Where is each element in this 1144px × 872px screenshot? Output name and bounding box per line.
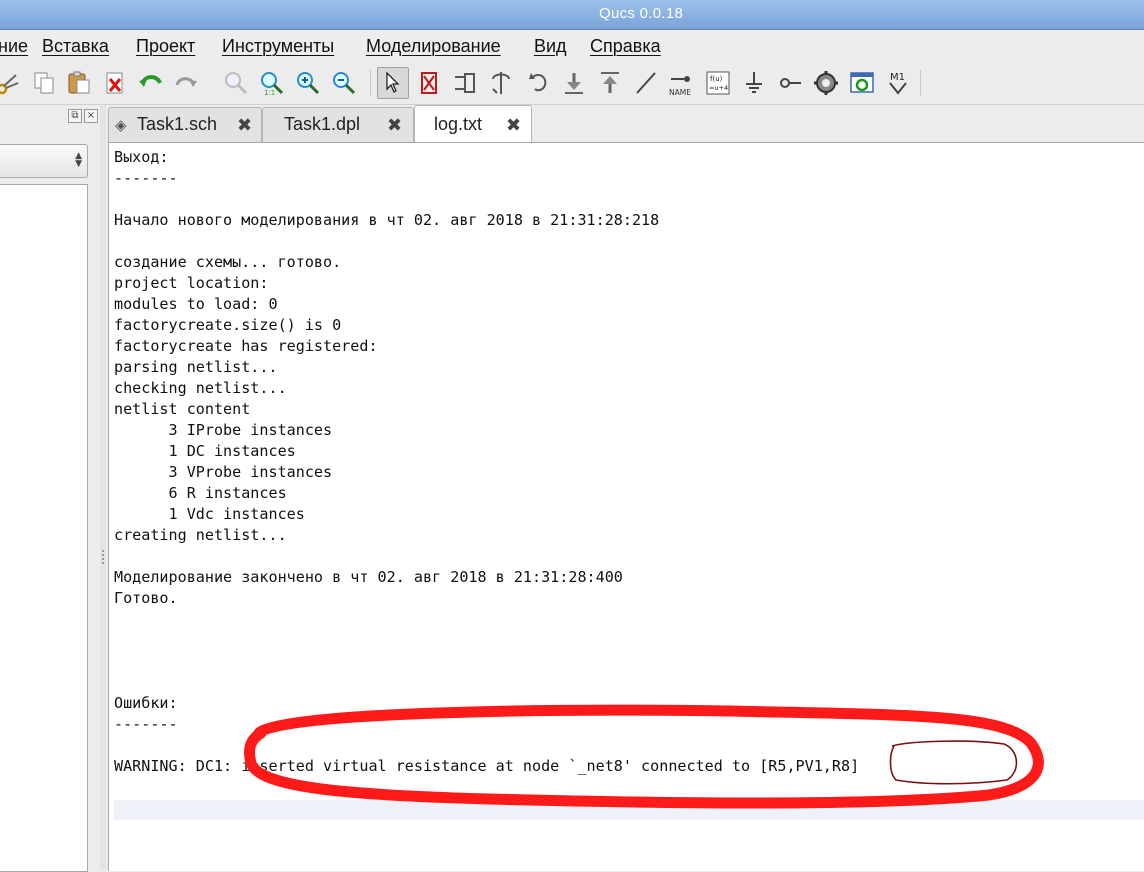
menu-item-tools[interactable]: Инструменты [222, 36, 334, 57]
log-line: 1 DC instances [114, 442, 296, 460]
zoom-out-icon[interactable] [330, 69, 358, 97]
select-pointer-icon[interactable] [377, 67, 409, 99]
log-line: создание схемы... готово. [114, 253, 342, 271]
tab-label: Task1.sch [137, 114, 218, 134]
log-line: ------- [114, 169, 178, 187]
svg-text:=u+4: =u+4 [709, 84, 728, 92]
menu-item-project[interactable]: Проект [136, 36, 195, 57]
svg-text:NAME: NAME [669, 88, 691, 97]
zoom-one-to-one-icon[interactable]: 1:1 [258, 69, 286, 97]
menu-item-partial[interactable]: ние [0, 36, 28, 57]
equation-icon[interactable]: f(u) =u+4 [704, 69, 732, 97]
tab-label: log.txt [434, 114, 483, 134]
deactivate-icon[interactable] [415, 69, 443, 97]
log-line: ------- [114, 715, 178, 733]
toolbar-separator [920, 70, 921, 96]
log-line: 6 R instances [114, 484, 287, 502]
log-line: factorycreate has registered: [114, 337, 378, 355]
toolbar-separator [370, 70, 371, 96]
svg-text:f(u): f(u) [710, 75, 723, 83]
paste-icon[interactable] [65, 69, 93, 97]
component-list[interactable] [0, 184, 88, 872]
document-tab-bar: ◈ Task1.sch ✖ Task1.dpl ✖ log.txt ✖ [106, 105, 1144, 143]
log-line: Выход: [114, 148, 169, 166]
log-line: 1 Vdc instances [114, 505, 305, 523]
dock-float-icon[interactable]: ⧉ [68, 109, 82, 123]
log-line: netlist content [114, 400, 251, 418]
menu-item-simulation[interactable]: Моделирование [366, 36, 501, 57]
tab-log-txt[interactable]: log.txt ✖ [414, 105, 532, 143]
log-line: parsing netlist... [114, 358, 278, 376]
log-line: Начало нового моделирования в чт 02. авг… [114, 211, 660, 229]
tab-task1-dpl[interactable]: Task1.dpl ✖ [262, 107, 414, 142]
go-into-subcircuit-icon[interactable] [560, 69, 588, 97]
svg-text:M1: M1 [890, 72, 905, 83]
log-line: factorycreate.size() is 0 [114, 316, 342, 334]
mirror-y-icon[interactable] [487, 69, 515, 97]
darkred-freehand-outline [889, 740, 1018, 785]
copy-icon[interactable] [30, 69, 58, 97]
component-group-combo[interactable]: ▲ ▼ [0, 144, 88, 178]
window-title: Qucs 0.0.18 [599, 5, 684, 22]
view-data-display-icon[interactable] [848, 69, 876, 97]
log-text-view[interactable]: Выход: ------- Начало нового моделирования… [108, 142, 1144, 871]
label-name-icon[interactable]: NAME [668, 69, 696, 97]
marker-icon[interactable]: M1 [884, 69, 912, 97]
zoom-view-all-icon[interactable] [222, 69, 250, 97]
dock-close-icon[interactable]: × [84, 109, 98, 123]
menu-item-view[interactable]: Вид [534, 36, 567, 57]
undo-icon[interactable] [137, 69, 165, 97]
delete-icon[interactable] [101, 69, 129, 97]
current-line-highlight [114, 800, 1144, 820]
close-icon[interactable]: ✖ [237, 115, 252, 136]
log-line: Моделирование закончено в чт 02. авг 201… [114, 568, 623, 586]
simulate-icon[interactable] [812, 69, 840, 97]
close-icon[interactable]: ✖ [506, 115, 521, 136]
wire-icon[interactable] [632, 69, 660, 97]
log-line: checking netlist... [114, 379, 287, 397]
left-dock-panel: ⧉ × ▲ ▼ [0, 105, 100, 872]
log-line: Ошибки: [114, 694, 178, 712]
log-line: 3 VProbe instances [114, 463, 333, 481]
menu-bar: ние Вставка Проект Инструменты Моделиров… [0, 30, 1144, 60]
svg-text:1:1: 1:1 [264, 89, 275, 97]
rotate-icon[interactable] [525, 69, 553, 97]
cut-icon[interactable] [0, 69, 22, 97]
log-line: 3 IProbe instances [114, 421, 333, 439]
toolbar: 1:1 NAME f(u) =u+4 M1 [0, 62, 1144, 105]
menu-item-insert[interactable]: Вставка [42, 36, 109, 57]
log-line: creating netlist... [114, 526, 287, 544]
zoom-in-icon[interactable] [294, 69, 322, 97]
ground-icon[interactable] [740, 69, 768, 97]
log-line: modules to load: 0 [114, 295, 278, 313]
log-line: Готово. [114, 589, 178, 607]
redo-icon[interactable] [172, 69, 200, 97]
log-line: WARNING: DC1: inserted virtual resistanc… [114, 757, 860, 775]
pop-out-icon[interactable] [596, 69, 624, 97]
close-icon[interactable]: ✖ [387, 115, 402, 136]
tab-task1-sch[interactable]: ◈ Task1.sch ✖ [108, 107, 262, 142]
schematic-icon: ◈ [115, 116, 127, 134]
log-line: project location: [114, 274, 269, 292]
splitter-handle[interactable] [100, 105, 106, 870]
menu-item-help[interactable]: Справка [590, 36, 661, 57]
mirror-x-icon[interactable] [451, 69, 479, 97]
tab-label: Task1.dpl [284, 114, 361, 134]
port-icon[interactable] [776, 69, 804, 97]
combo-arrow-icon: ▲ ▼ [75, 151, 82, 169]
title-bar: Qucs 0.0.18 [0, 0, 1144, 30]
